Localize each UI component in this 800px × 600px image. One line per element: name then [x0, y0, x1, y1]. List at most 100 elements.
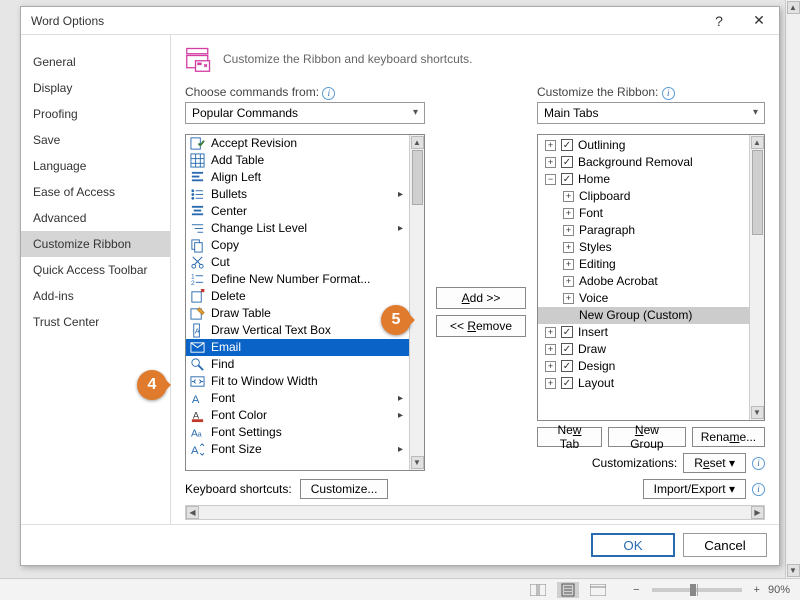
reset-button[interactable]: Reset ▾	[683, 453, 746, 473]
print-layout-icon[interactable]	[557, 582, 579, 598]
tree-item[interactable]: New Group (Custom)	[538, 307, 749, 324]
help-button[interactable]: ?	[699, 7, 739, 35]
tree-item[interactable]: +✓Insert	[538, 324, 749, 341]
tree-item[interactable]: +✓Design	[538, 358, 749, 375]
info-icon[interactable]: i	[752, 483, 765, 496]
horizontal-scrollbar[interactable]: ◀ ▶	[185, 505, 765, 520]
expander-icon[interactable]: +	[545, 378, 556, 389]
close-button[interactable]: ✕	[739, 7, 779, 35]
command-item[interactable]: Center	[186, 203, 409, 220]
tree-item[interactable]: +✓Background Removal	[538, 154, 749, 171]
expander-icon[interactable]: +	[563, 225, 574, 236]
expander-icon[interactable]: +	[563, 191, 574, 202]
sidenav-item[interactable]: Save	[21, 127, 170, 153]
command-item[interactable]: Delete	[186, 288, 409, 305]
sidenav-item[interactable]: Trust Center	[21, 309, 170, 335]
scroll-up-icon[interactable]: ▲	[787, 1, 800, 14]
command-item[interactable]: Cut	[186, 254, 409, 271]
tree-scrollbar[interactable]: ▲ ▼	[749, 135, 764, 421]
expander-icon[interactable]: +	[563, 259, 574, 270]
customize-ribbon-dropdown[interactable]: Main Tabs	[537, 102, 765, 124]
command-item[interactable]: AaFont Settings	[186, 424, 409, 441]
command-item[interactable]: Email	[186, 339, 409, 356]
web-layout-icon[interactable]	[587, 582, 609, 598]
tree-item[interactable]: +✓Outlining	[538, 137, 749, 154]
sidenav-item[interactable]: Add-ins	[21, 283, 170, 309]
expander-icon[interactable]: +	[545, 361, 556, 372]
scroll-down-icon[interactable]: ▼	[787, 564, 800, 577]
info-icon[interactable]: i	[662, 87, 675, 100]
command-item[interactable]: Bullets▸	[186, 186, 409, 203]
expander-icon[interactable]: +	[545, 327, 556, 338]
sidenav-item[interactable]: Quick Access Toolbar	[21, 257, 170, 283]
commands-listbox[interactable]: Accept RevisionAdd TableAlign LeftBullet…	[185, 134, 425, 472]
expander-icon[interactable]: +	[563, 293, 574, 304]
sidenav-item[interactable]: Advanced	[21, 205, 170, 231]
zoom-in-button[interactable]: +	[754, 584, 760, 596]
zoom-out-button[interactable]: −	[633, 584, 639, 596]
tree-item[interactable]: +Voice	[538, 290, 749, 307]
expander-icon[interactable]: +	[563, 208, 574, 219]
command-item[interactable]: AFont Size▸	[186, 441, 409, 458]
scroll-right-icon[interactable]: ▶	[751, 506, 764, 519]
command-item[interactable]: Draw Table	[186, 305, 409, 322]
expander-icon[interactable]: +	[563, 276, 574, 287]
command-item[interactable]: ADraw Vertical Text Box	[186, 322, 409, 339]
sidenav-item[interactable]: Customize Ribbon	[21, 231, 170, 257]
zoom-slider[interactable]	[652, 588, 742, 592]
scroll-up-icon[interactable]: ▲	[411, 136, 424, 149]
cancel-button[interactable]: Cancel	[683, 533, 767, 557]
scroll-thumb[interactable]	[752, 150, 763, 235]
tree-item[interactable]: +Styles	[538, 239, 749, 256]
expander-icon[interactable]: +	[545, 344, 556, 355]
checkbox[interactable]: ✓	[561, 326, 573, 338]
command-item[interactable]: AFont Color▸	[186, 407, 409, 424]
read-mode-icon[interactable]	[527, 582, 549, 598]
scroll-up-icon[interactable]: ▲	[751, 136, 764, 149]
sidenav-item[interactable]: Ease of Access	[21, 179, 170, 205]
command-item[interactable]: Change List Level▸	[186, 220, 409, 237]
sidenav-item[interactable]: Proofing	[21, 101, 170, 127]
checkbox[interactable]: ✓	[561, 360, 573, 372]
expander-icon[interactable]: +	[545, 157, 556, 168]
expander-icon[interactable]: −	[545, 174, 556, 185]
info-icon[interactable]: i	[752, 457, 765, 470]
command-item[interactable]: Copy	[186, 237, 409, 254]
tree-item[interactable]: +✓Layout	[538, 375, 749, 392]
add-button[interactable]: Add >>	[436, 287, 526, 309]
sidenav-item[interactable]: General	[21, 49, 170, 75]
ribbon-tree[interactable]: +✓Outlining+✓Background Removal−✓Home+Cl…	[537, 134, 765, 422]
scroll-left-icon[interactable]: ◀	[186, 506, 199, 519]
sidenav-item[interactable]: Display	[21, 75, 170, 101]
ok-button[interactable]: OK	[591, 533, 675, 557]
command-item[interactable]: Align Left	[186, 169, 409, 186]
new-group-button[interactable]: New Group	[608, 427, 686, 447]
scroll-down-icon[interactable]: ▼	[411, 456, 424, 469]
zoom-handle[interactable]	[690, 584, 696, 596]
tree-item[interactable]: +✓Draw	[538, 341, 749, 358]
sidenav-item[interactable]: Language	[21, 153, 170, 179]
command-item[interactable]: Add Table	[186, 152, 409, 169]
customize-keyboard-button[interactable]: Customize...	[300, 479, 389, 499]
expander-icon[interactable]: +	[563, 242, 574, 253]
remove-button[interactable]: << Remove	[436, 315, 526, 337]
checkbox[interactable]: ✓	[561, 343, 573, 355]
checkbox[interactable]: ✓	[561, 139, 573, 151]
scroll-down-icon[interactable]: ▼	[751, 406, 764, 419]
checkbox[interactable]: ✓	[561, 377, 573, 389]
commands-scrollbar[interactable]: ▲ ▼	[409, 135, 424, 471]
app-vertical-scrollbar[interactable]: ▲ ▼	[785, 0, 800, 578]
tree-item[interactable]: +Font	[538, 205, 749, 222]
expander-icon[interactable]: +	[545, 140, 556, 151]
command-item[interactable]: 12Define New Number Format...	[186, 271, 409, 288]
command-item[interactable]: AFont▸	[186, 390, 409, 407]
tree-item[interactable]: +Clipboard	[538, 188, 749, 205]
tree-item[interactable]: +Paragraph	[538, 222, 749, 239]
import-export-button[interactable]: Import/Export ▾	[643, 479, 746, 499]
tree-item[interactable]: +Adobe Acrobat	[538, 273, 749, 290]
tree-item[interactable]: −✓Home	[538, 171, 749, 188]
scroll-thumb[interactable]	[412, 150, 423, 205]
info-icon[interactable]: i	[322, 87, 335, 100]
tree-item[interactable]: +Editing	[538, 256, 749, 273]
checkbox[interactable]: ✓	[561, 173, 573, 185]
